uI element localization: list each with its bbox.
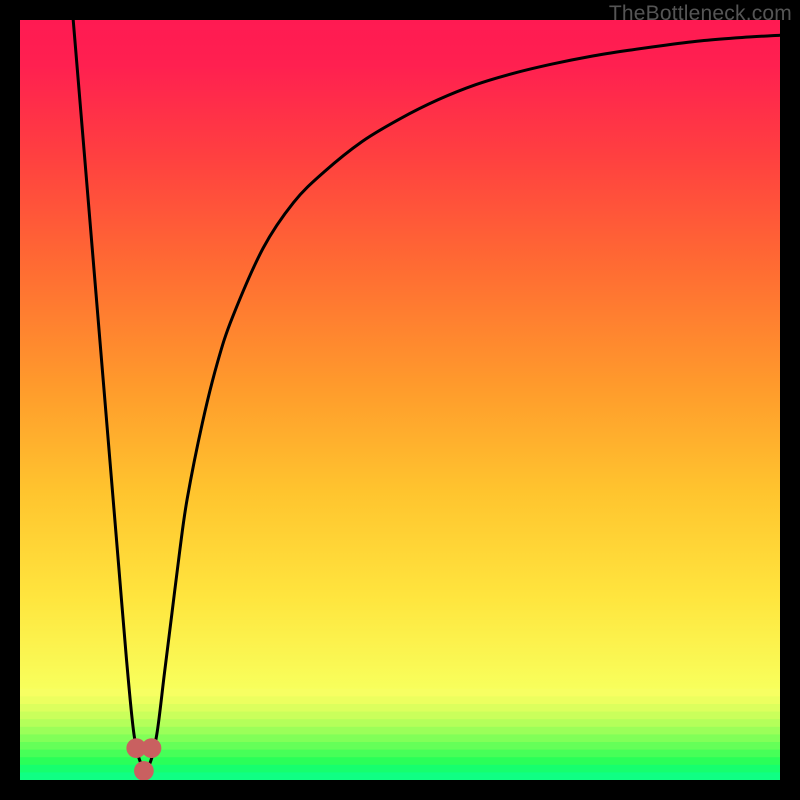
watermark-text: TheBottleneck.com bbox=[609, 2, 792, 26]
gradient-background bbox=[20, 20, 780, 780]
stripe bbox=[20, 772, 780, 780]
bottleneck-chart bbox=[20, 20, 780, 780]
plot-area bbox=[20, 20, 780, 780]
chart-frame: TheBottleneck.com bbox=[0, 0, 800, 800]
highlight-dot bbox=[142, 738, 162, 758]
highlight-dot bbox=[134, 761, 154, 780]
